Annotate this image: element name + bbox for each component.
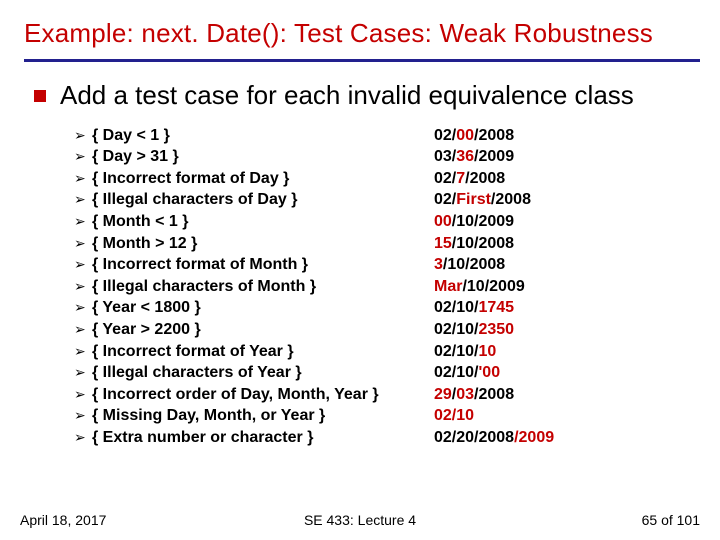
test-case-example: 02/10 — [434, 405, 474, 427]
test-case-list: ➢{ Day < 1 }02/00/2008➢{ Day > 31 }03/36… — [74, 125, 696, 449]
test-case-example: 02/00/2008 — [434, 125, 514, 147]
test-case-desc: { Extra number or character } — [92, 427, 434, 449]
test-case-example: 02/10/10 — [434, 341, 496, 363]
test-case-example: 02/20/2008/2009 — [434, 427, 554, 449]
slide-body: Add a test case for each invalid equival… — [0, 62, 720, 449]
chevron-right-icon: ➢ — [74, 212, 92, 231]
test-case-example: 03/36/2009 — [434, 146, 514, 168]
chevron-right-icon: ➢ — [74, 126, 92, 145]
test-case-example: 3/10/2008 — [434, 254, 505, 276]
test-case-desc: { Incorrect format of Month } — [92, 254, 434, 276]
test-case-example: 02/10/'00 — [434, 362, 500, 384]
main-bullet: Add a test case for each invalid equival… — [34, 80, 696, 111]
list-item: ➢{ Incorrect order of Day, Month, Year }… — [74, 384, 696, 406]
chevron-right-icon: ➢ — [74, 406, 92, 425]
test-case-example: 02/First/2008 — [434, 189, 531, 211]
chevron-right-icon: ➢ — [74, 234, 92, 253]
list-item: ➢{ Illegal characters of Year }02/10/'00 — [74, 362, 696, 384]
test-case-desc: { Day < 1 } — [92, 125, 434, 147]
test-case-desc: { Incorrect format of Day } — [92, 168, 434, 190]
chevron-right-icon: ➢ — [74, 169, 92, 188]
chevron-right-icon: ➢ — [74, 190, 92, 209]
test-case-desc: { Year < 1800 } — [92, 297, 434, 319]
list-item: ➢{ Missing Day, Month, or Year }02/10 — [74, 405, 696, 427]
main-bullet-text: Add a test case for each invalid equival… — [60, 80, 634, 111]
list-item: ➢{ Month < 1 }00/10/2009 — [74, 211, 696, 233]
list-item: ➢{ Year < 1800 }02/10/1745 — [74, 297, 696, 319]
test-case-example: 02/7/2008 — [434, 168, 505, 190]
list-item: ➢{ Extra number or character }02/20/2008… — [74, 427, 696, 449]
test-case-example: 02/10/1745 — [434, 297, 514, 319]
list-item: ➢{ Incorrect format of Month }3/10/2008 — [74, 254, 696, 276]
chevron-right-icon: ➢ — [74, 363, 92, 382]
test-case-example: 00/10/2009 — [434, 211, 514, 233]
test-case-desc: { Month < 1 } — [92, 211, 434, 233]
test-case-desc: { Month > 12 } — [92, 233, 434, 255]
test-case-desc: { Year > 2200 } — [92, 319, 434, 341]
list-item: ➢{ Incorrect format of Year }02/10/10 — [74, 341, 696, 363]
test-case-desc: { Incorrect format of Year } — [92, 341, 434, 363]
list-item: ➢{ Illegal characters of Day }02/First/2… — [74, 189, 696, 211]
test-case-example: 02/10/2350 — [434, 319, 514, 341]
chevron-right-icon: ➢ — [74, 320, 92, 339]
slide: Example: next. Date(): Test Cases: Weak … — [0, 0, 720, 540]
chevron-right-icon: ➢ — [74, 428, 92, 447]
test-case-desc: { Illegal characters of Year } — [92, 362, 434, 384]
chevron-right-icon: ➢ — [74, 385, 92, 404]
footer-page: 65 of 101 — [642, 512, 700, 528]
test-case-desc: { Missing Day, Month, or Year } — [92, 405, 434, 427]
slide-title: Example: next. Date(): Test Cases: Weak … — [0, 0, 720, 59]
list-item: ➢{ Illegal characters of Month }Mar/10/2… — [74, 276, 696, 298]
test-case-desc: { Day > 31 } — [92, 146, 434, 168]
footer: April 18, 2017 SE 433: Lecture 4 65 of 1… — [0, 512, 720, 528]
chevron-right-icon: ➢ — [74, 342, 92, 361]
test-case-example: 15/10/2008 — [434, 233, 514, 255]
test-case-desc: { Incorrect order of Day, Month, Year } — [92, 384, 434, 406]
bullet-square-icon — [34, 90, 46, 102]
chevron-right-icon: ➢ — [74, 298, 92, 317]
list-item: ➢{ Day > 31 }03/36/2009 — [74, 146, 696, 168]
chevron-right-icon: ➢ — [74, 147, 92, 166]
list-item: ➢{ Month > 12 }15/10/2008 — [74, 233, 696, 255]
chevron-right-icon: ➢ — [74, 255, 92, 274]
footer-course: SE 433: Lecture 4 — [0, 512, 720, 528]
chevron-right-icon: ➢ — [74, 277, 92, 296]
list-item: ➢{ Day < 1 }02/00/2008 — [74, 125, 696, 147]
list-item: ➢{ Year > 2200 }02/10/2350 — [74, 319, 696, 341]
list-item: ➢{ Incorrect format of Day }02/7/2008 — [74, 168, 696, 190]
test-case-desc: { Illegal characters of Month } — [92, 276, 434, 298]
test-case-desc: { Illegal characters of Day } — [92, 189, 434, 211]
test-case-example: 29/03/2008 — [434, 384, 514, 406]
footer-date: April 18, 2017 — [20, 512, 106, 528]
test-case-example: Mar/10/2009 — [434, 276, 525, 298]
